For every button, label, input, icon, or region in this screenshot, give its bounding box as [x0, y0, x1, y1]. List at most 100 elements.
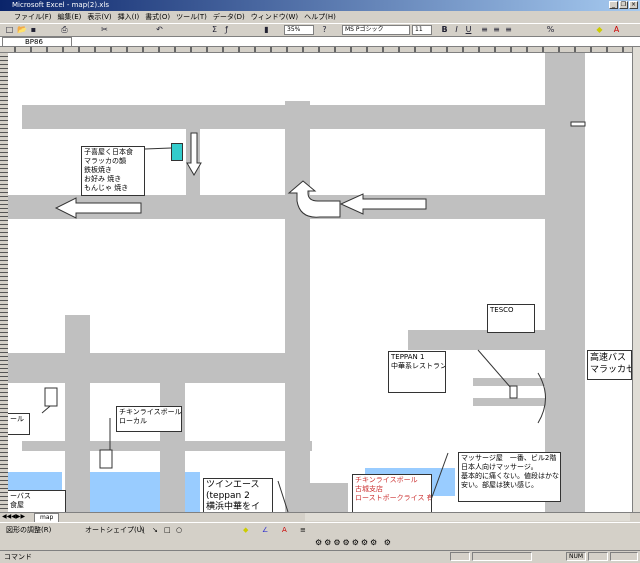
- draw-menu[interactable]: 図形の調整(R): [6, 523, 51, 537]
- menu-insert[interactable]: 挿入(I): [118, 11, 140, 23]
- font-color-icon[interactable]: A: [282, 523, 287, 537]
- line-icon[interactable]: ╲: [140, 523, 144, 537]
- bold-button[interactable]: B: [440, 25, 449, 34]
- zoom-select[interactable]: 35%: [284, 25, 314, 35]
- horizontal-scrollbar[interactable]: [305, 513, 630, 521]
- tab-nav-icon[interactable]: ◀◀◀▶▶: [2, 513, 25, 520]
- font-color-icon[interactable]: A: [612, 25, 621, 34]
- sum-icon[interactable]: Σ: [210, 25, 219, 34]
- align-center-icon[interactable]: ≡: [492, 25, 501, 34]
- italic-button[interactable]: I: [452, 25, 461, 34]
- note-line: チキンライスボール: [355, 476, 418, 484]
- worksheet-map[interactable]: 子喜屋く日本食 マラッカの韻 鉄板焼き お好み 焼き もんじゃ 焼き TESCO TEP…: [8, 53, 632, 512]
- formula-bar[interactable]: [0, 37, 640, 47]
- window-title: Microsoft Excel - map(2).xls: [12, 1, 110, 9]
- font-select[interactable]: MS Pゴシック: [342, 25, 410, 35]
- save-icon[interactable]: ▪: [29, 25, 38, 34]
- function-icon[interactable]: ƒ: [222, 25, 231, 34]
- rectangle-icon[interactable]: □: [164, 523, 171, 537]
- restore-button[interactable]: ❐: [619, 1, 628, 9]
- note-tesco[interactable]: TESCO: [487, 304, 535, 333]
- note-line: マッサージ屋 一番、ビル2階: [461, 454, 557, 462]
- menu-data[interactable]: データ(D): [213, 11, 245, 23]
- menu-window[interactable]: ウィンドウ(W): [251, 11, 298, 23]
- vertical-scrollbar[interactable]: [632, 47, 640, 512]
- status-pane: [588, 552, 608, 561]
- note-line: 中華系レストラン: [391, 362, 446, 370]
- open-icon[interactable]: 📂: [17, 25, 27, 34]
- align-right-icon[interactable]: ≡: [504, 25, 513, 34]
- arrow-left-icon: [339, 193, 427, 215]
- note-line: ール: [10, 415, 24, 423]
- menu-help[interactable]: ヘルプ(H): [304, 11, 336, 23]
- close-button[interactable]: ×: [629, 1, 638, 9]
- menu-bar: ファイル(F) 編集(E) 表示(V) 挿入(I) 書式(O) ツール(T) デ…: [0, 11, 640, 23]
- note-okonomiyaki[interactable]: 子喜屋く日本食 マラッカの韻 鉄板焼き お好み 焼き もんじゃ 焼き: [81, 146, 145, 196]
- note-teppan1[interactable]: TEPPAN 1 中華系レストラン: [388, 351, 446, 393]
- note-line: もんじゃ 焼き: [84, 184, 129, 192]
- note-line: ツインエース: [206, 480, 260, 490]
- note-line: ーバス: [10, 492, 31, 500]
- note-line: TESCO: [490, 306, 514, 314]
- menu-tools[interactable]: ツール(T): [176, 11, 207, 23]
- status-pane: [450, 552, 470, 561]
- status-mode: コマンド: [4, 553, 32, 561]
- menu-view[interactable]: 表示(V): [87, 11, 111, 23]
- note-line: 鉄板焼き: [84, 166, 112, 174]
- note-twin-ace[interactable]: ツインエース (teppan 2 横浜中華をイ: [203, 478, 273, 512]
- note-line: ローカル: [119, 417, 147, 425]
- cut-icon[interactable]: ✂: [100, 25, 109, 34]
- note-line: お好み 焼き: [84, 175, 122, 183]
- note-bus[interactable]: 高速バス マラッカセ: [587, 350, 632, 380]
- arrow-tool-icon[interactable]: ↘: [152, 523, 158, 537]
- line-style-icon[interactable]: ≡: [300, 523, 306, 537]
- note-line: (teppan 2: [206, 491, 250, 501]
- note-line: 食屋: [10, 501, 24, 509]
- print-icon[interactable]: ⎙: [60, 25, 69, 34]
- percent-button[interactable]: %: [546, 25, 555, 34]
- menu-format[interactable]: 書式(O): [145, 11, 170, 23]
- oval-icon[interactable]: ○: [176, 523, 182, 537]
- note-line: 安い。部屋は狭い感じ。: [461, 481, 538, 489]
- fill-color-icon[interactable]: ◆: [243, 523, 248, 537]
- note-left-edge[interactable]: ール: [8, 413, 30, 435]
- title-bar: Microsoft Excel - map(2).xls: [0, 0, 640, 11]
- note-line: TEPPAN 1: [391, 353, 425, 361]
- status-pane: [472, 552, 532, 561]
- new-icon[interactable]: □: [5, 25, 14, 34]
- line-color-icon[interactable]: ∠: [262, 523, 268, 537]
- note-line: 横浜中華をイ: [206, 502, 261, 512]
- row-headers[interactable]: [0, 53, 8, 512]
- menu-edit[interactable]: 編集(E): [58, 11, 82, 23]
- status-pane: [610, 552, 638, 561]
- name-box[interactable]: BP86: [2, 37, 72, 47]
- menu-file[interactable]: ファイル(F): [14, 11, 52, 23]
- note-line: 基本的に痛くない。値段はかなり: [461, 472, 561, 480]
- autoshape-menu[interactable]: オートシェイプ(U): [85, 523, 145, 537]
- fill-color-icon[interactable]: ◆: [595, 25, 604, 34]
- note-chicken-red[interactable]: チキンライスボール 古城支店 ローストポークライス 有: [352, 474, 432, 512]
- note-line: 子喜屋く日本食: [84, 148, 133, 156]
- help-icon[interactable]: ?: [320, 25, 329, 34]
- font-size-select[interactable]: 11: [412, 25, 432, 35]
- note-line: 古城支店: [355, 485, 383, 493]
- arrow-down-icon: [186, 132, 202, 176]
- note-line: チキンライスボール: [119, 408, 182, 416]
- shadow-toolbar: ⚙⚙⚙⚙⚙⚙⚙ ⚙: [0, 536, 640, 550]
- underline-button[interactable]: U: [464, 25, 473, 34]
- small-marker: [570, 121, 586, 127]
- drawing-toolbar: 図形の調整(R) オートシェイプ(U) ╲ ↘ □ ○ ◆ ∠ A ≡: [0, 522, 640, 536]
- undo-icon[interactable]: ↶: [155, 25, 164, 34]
- note-chicken-local[interactable]: チキンライスボール ローカル: [116, 406, 182, 432]
- note-line: 日本人向けマッサージ。: [461, 463, 538, 471]
- arrows-layer: [41, 121, 586, 512]
- note-line: 高速バス: [590, 353, 627, 363]
- align-left-icon[interactable]: ≡: [480, 25, 489, 34]
- note-bus-left[interactable]: ーバス 食屋: [8, 490, 66, 512]
- status-num: NUM: [566, 552, 586, 561]
- note-massage[interactable]: マッサージ屋 一番、ビル2階 日本人向けマッサージ。 基本的に痛くない。値段はかなり…: [458, 452, 561, 502]
- chart-wizard-icon[interactable]: ▮: [262, 25, 271, 34]
- note-line: ローストポークライス 有: [355, 494, 432, 502]
- shape-tools-icon[interactable]: ⚙⚙⚙⚙⚙⚙⚙ ⚙: [315, 538, 393, 547]
- minimize-button[interactable]: _: [609, 1, 618, 9]
